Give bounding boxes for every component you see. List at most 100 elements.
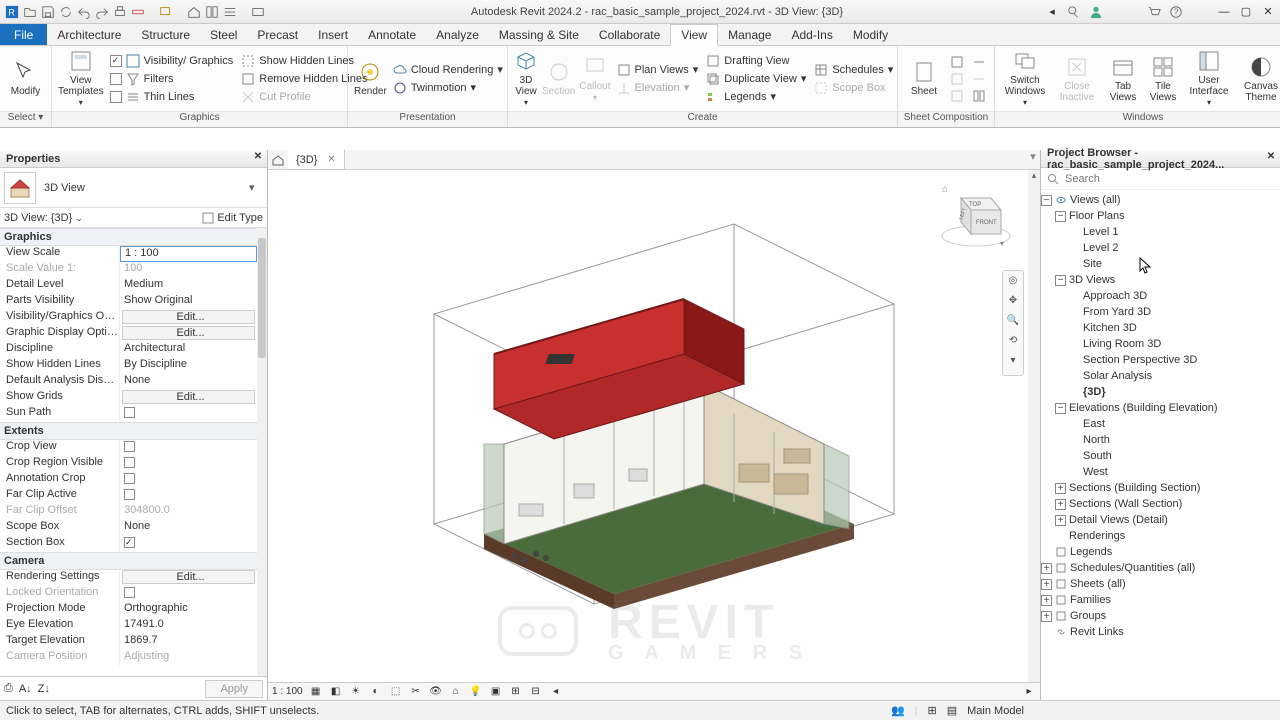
sort-icon-2[interactable]: A↓ xyxy=(19,683,32,695)
tree-node[interactable]: South xyxy=(1041,448,1280,464)
undo-icon[interactable] xyxy=(76,4,92,20)
canvas-vscroll[interactable]: ▴ xyxy=(1028,170,1040,682)
property-row[interactable]: Target Elevation1869.7 xyxy=(0,634,257,650)
property-row[interactable]: Eye Elevation17491.0 xyxy=(0,618,257,634)
view-tab-close-icon[interactable]: ✕ xyxy=(327,154,335,165)
print-icon[interactable] xyxy=(112,4,128,20)
tree-node[interactable]: +Schedules/Quantities (all) xyxy=(1041,560,1280,576)
3d-view-button[interactable]: 3D View▾ xyxy=(514,49,538,108)
vc-icon-10[interactable]: ▣ xyxy=(489,685,503,699)
sync-icon[interactable] xyxy=(58,4,74,20)
qat-icon-3[interactable] xyxy=(222,4,238,20)
tab-collaborate[interactable]: Collaborate xyxy=(589,24,670,45)
property-row[interactable]: Sun Path xyxy=(0,406,257,422)
tree-node[interactable]: +Sections (Building Section) xyxy=(1041,480,1280,496)
view-home-icon[interactable] xyxy=(268,150,288,169)
vc-icon-7[interactable]: 👁 xyxy=(429,685,443,699)
render-button[interactable]: Render xyxy=(354,60,387,97)
tree-node[interactable]: Site xyxy=(1041,256,1280,272)
tree-node[interactable]: Level 1 xyxy=(1041,224,1280,240)
view-scale-control[interactable]: 1 : 100 xyxy=(272,686,303,697)
pan-icon[interactable]: ✥ xyxy=(1005,295,1021,311)
thin-lines-button[interactable]: Thin Lines xyxy=(108,89,236,105)
tab-analyze[interactable]: Analyze xyxy=(426,24,489,45)
vc-icon-11[interactable]: ⊞ xyxy=(509,685,523,699)
tab-views-button[interactable]: Tab Views xyxy=(1105,55,1141,103)
search-app-icon[interactable] xyxy=(1066,4,1082,20)
property-row[interactable]: Annotation Crop xyxy=(0,472,257,488)
instance-name[interactable]: 3D View: {3D} ⌄ xyxy=(4,212,202,224)
tree-node[interactable]: +Detail Views (Detail) xyxy=(1041,512,1280,528)
orbit-icon[interactable]: ⟲ xyxy=(1005,335,1021,351)
cloud-rendering-button[interactable]: Cloud Rendering ▾ xyxy=(391,62,505,78)
tab-structure[interactable]: Structure xyxy=(131,24,200,45)
vc-icon-6[interactable]: ✂ xyxy=(409,685,423,699)
vc-icon-right[interactable]: ▸ xyxy=(1022,685,1036,699)
navbar-more-icon[interactable]: ▾ xyxy=(1005,355,1021,371)
edit-type-button[interactable]: Edit Type xyxy=(202,212,263,224)
view-tab-3d[interactable]: {3D}✕ xyxy=(288,150,345,169)
cat-extents[interactable]: Extents xyxy=(0,422,257,440)
view-templates-button[interactable]: View Templates▾ xyxy=(58,49,104,108)
cat-graphics[interactable]: Graphics xyxy=(0,228,257,246)
properties-scrollbar[interactable] xyxy=(257,228,267,676)
zoom-icon[interactable]: 🔍 xyxy=(1005,315,1021,331)
vc-icon-12[interactable]: ⊟ xyxy=(529,685,543,699)
legends-button[interactable]: Legends ▾ xyxy=(704,89,808,105)
minimize-button[interactable]: — xyxy=(1216,4,1232,20)
properties-close-icon[interactable]: ✕ xyxy=(251,151,265,165)
property-row[interactable]: Show Hidden LinesBy Discipline xyxy=(0,358,257,374)
fullnav-icon[interactable]: ◎ xyxy=(1005,275,1021,291)
close-button[interactable]: ✕ xyxy=(1260,4,1276,20)
tree-node[interactable]: Section Perspective 3D xyxy=(1041,352,1280,368)
view-tab-overflow-icon[interactable]: ▾ xyxy=(1026,150,1040,169)
cat-camera[interactable]: Camera xyxy=(0,552,257,570)
type-dropdown-icon[interactable]: ▾ xyxy=(249,181,263,194)
tree-node[interactable]: −Floor Plans xyxy=(1041,208,1280,224)
nav-left-icon[interactable]: ◂ xyxy=(1044,4,1060,20)
vc-icon-1[interactable]: ▦ xyxy=(309,685,323,699)
tree-node[interactable]: −3D Views xyxy=(1041,272,1280,288)
tree-node[interactable]: Revit Links xyxy=(1041,624,1280,640)
vc-icon-13[interactable]: ◂ xyxy=(549,685,563,699)
filters-button[interactable]: Filters xyxy=(108,71,236,87)
property-row[interactable]: Detail LevelMedium xyxy=(0,278,257,294)
property-row[interactable]: Parts VisibilityShow Original xyxy=(0,294,257,310)
tree-node[interactable]: −Elevations (Building Elevation) xyxy=(1041,400,1280,416)
property-row[interactable]: Rendering SettingsEdit... xyxy=(0,570,257,586)
user-interface-button[interactable]: User Interface▾ xyxy=(1185,49,1233,108)
tree-node[interactable]: +Sheets (all) xyxy=(1041,576,1280,592)
tree-node[interactable]: North xyxy=(1041,432,1280,448)
help-icon[interactable]: ? xyxy=(1168,4,1184,20)
vc-icon-5[interactable]: ⬚ xyxy=(389,685,403,699)
tree-node[interactable]: +Sections (Wall Section) xyxy=(1041,496,1280,512)
plan-views-button[interactable]: Plan Views ▾ xyxy=(615,62,701,78)
qat-icon-4[interactable] xyxy=(250,4,266,20)
tree-node[interactable]: From Yard 3D xyxy=(1041,304,1280,320)
nav-bar[interactable]: ◎ ✥ 🔍 ⟲ ▾ xyxy=(1002,270,1024,376)
sb-icon-2[interactable]: ⊞ xyxy=(928,704,937,717)
canvas-theme-button[interactable]: Canvas Theme xyxy=(1237,55,1280,103)
sheet-button[interactable]: Sheet xyxy=(904,60,944,97)
main-model-label[interactable]: Main Model xyxy=(967,705,1024,717)
sort-icon-1[interactable]: ⎙ xyxy=(4,682,13,695)
tree-node[interactable]: +Groups xyxy=(1041,608,1280,624)
property-row[interactable]: Far Clip Active xyxy=(0,488,257,504)
property-row[interactable]: Section Box xyxy=(0,536,257,552)
tree-node[interactable]: Renderings xyxy=(1041,528,1280,544)
sc-icon-4[interactable] xyxy=(970,54,988,70)
cart-icon[interactable] xyxy=(1146,4,1162,20)
tree-node[interactable]: {3D} xyxy=(1041,384,1280,400)
qat-icon-2[interactable] xyxy=(204,4,220,20)
tab-insert[interactable]: Insert xyxy=(308,24,358,45)
vc-icon-4[interactable]: ◐ xyxy=(369,685,383,699)
tree-node[interactable]: Legends xyxy=(1041,544,1280,560)
schedules-button[interactable]: Schedules ▾ xyxy=(812,62,895,78)
qat-more-icon[interactable] xyxy=(158,4,174,20)
tab-steel[interactable]: Steel xyxy=(200,24,247,45)
tab-manage[interactable]: Manage xyxy=(718,24,781,45)
measure-icon[interactable] xyxy=(130,4,146,20)
sb-icon-1[interactable]: 👥 xyxy=(891,704,905,717)
browser-close-icon[interactable]: ✕ xyxy=(1264,151,1278,165)
browser-search-input[interactable] xyxy=(1065,173,1274,185)
